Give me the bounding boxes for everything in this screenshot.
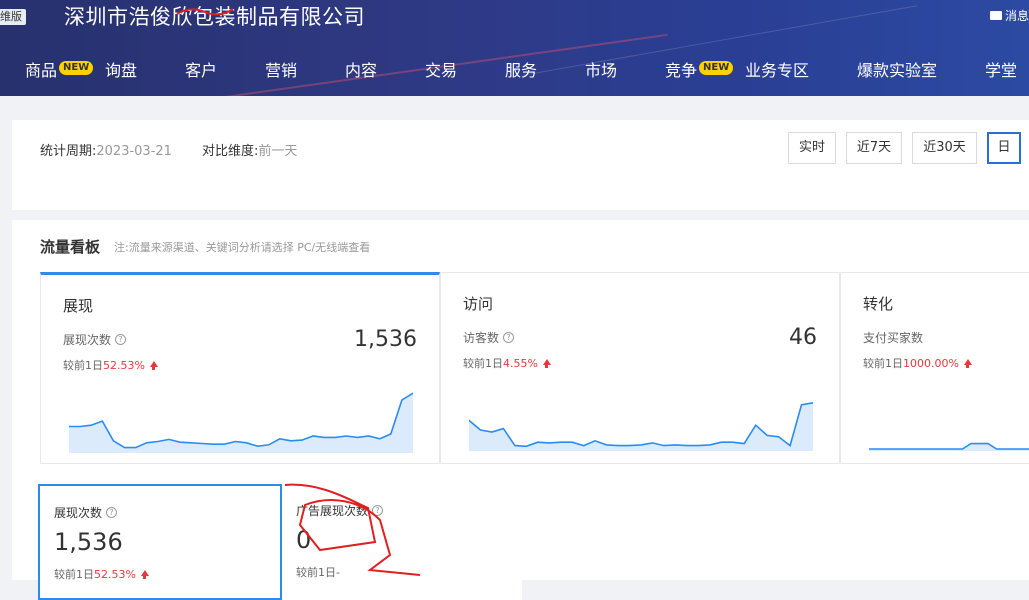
compare-value: 52.53% [103, 358, 145, 372]
nav-item-products[interactable]: 商品 [25, 58, 57, 84]
nav-label: 学堂 [985, 61, 1018, 80]
card-value: 46 [789, 325, 817, 350]
nav-item-customers[interactable]: 客户 [185, 58, 217, 84]
red-scribble [176, 8, 234, 16]
compare-prefix: 较前1日 [296, 566, 336, 579]
compare-dimension: 对比维度:前一天 [202, 140, 297, 159]
sparkline-area [869, 443, 1029, 451]
nav-label: 交易 [425, 61, 458, 80]
metric-label: 展现次数 [63, 333, 112, 347]
compare-value[interactable]: 前一天 [258, 144, 297, 159]
range-30days-button[interactable]: 近30天 [912, 132, 977, 164]
nav-label: 服务 [505, 61, 538, 80]
stat-card-visits[interactable]: 访问 访客数? 46 较前1日 4.55% [440, 272, 840, 464]
compare-label: 对比维度: [202, 144, 259, 159]
nav-item-content[interactable]: 内容 [345, 58, 377, 84]
metric-box-label: 展现次数? [54, 504, 118, 521]
metric-name: 广告展现次数 [296, 504, 369, 518]
card-metric: 支付买家数 [863, 329, 923, 346]
card-metric: 访客数? [463, 329, 515, 346]
compare-value: 4.55% [503, 356, 538, 370]
up-arrow-icon [542, 359, 551, 368]
card-compare: 较前1日 52.53% [63, 357, 158, 373]
top-header: 维版 深圳市浩俊欣包装制品有限公司 消息 商品 NEW 询盘 客户 营销 内容 … [0, 0, 1029, 96]
compare-prefix: 较前1日 [863, 357, 903, 370]
nav-item-business-zone[interactable]: 业务专区 [745, 58, 809, 84]
nav-label: 营销 [265, 61, 298, 80]
help-icon[interactable]: ? [372, 505, 384, 516]
stat-card-conversion[interactable]: 转化 支付买家数 较前1日 1000.00% [840, 272, 1029, 464]
sparkline-area [69, 393, 413, 453]
metric-box-ad-impressions[interactable]: 广告展现次数? 0 较前1日 - [282, 484, 522, 600]
metric-label: 支付买家数 [863, 331, 924, 345]
up-arrow-icon [140, 570, 149, 579]
help-icon[interactable]: ? [503, 332, 515, 343]
stat-card-impressions[interactable]: 展现 展现次数? 1,536 较前1日 52.53% [40, 272, 440, 464]
board-title: 流量看板 [40, 238, 101, 256]
messages-label: 消息 [1004, 9, 1029, 23]
mail-icon [989, 11, 1002, 20]
period-filter-card: 统计周期:2023-03-21 对比维度:前一天 实时 近7天 近30天 日 [12, 120, 1029, 210]
stat-period-value: 2023-03-21 [96, 144, 172, 159]
stat-period-label: 统计周期: [40, 144, 97, 159]
nav-label: 竞争 [665, 61, 698, 80]
stat-period: 统计周期:2023-03-21 [40, 140, 172, 159]
nav-item-competition[interactable]: 竞争 [665, 58, 697, 84]
nav-item-inquiry[interactable]: 询盘 [105, 58, 137, 84]
nav-label: 客户 [185, 61, 218, 80]
compare-prefix: 较前1日 [463, 357, 503, 370]
metric-box-compare: 较前1日 - [296, 564, 340, 580]
up-arrow-icon [149, 361, 158, 370]
metric-box-label: 广告展现次数? [296, 502, 384, 519]
version-tag[interactable]: 维版 [0, 9, 26, 25]
range-day-button[interactable]: 日 [987, 132, 1021, 164]
sparkline-visits [469, 402, 813, 451]
range-7days-button[interactable]: 近7天 [846, 132, 902, 164]
new-badge: NEW [59, 61, 94, 75]
metric-box-value: 1,536 [54, 528, 123, 556]
metric-name: 展现次数 [54, 506, 103, 520]
compare-value: - [336, 565, 340, 579]
nav-item-service[interactable]: 服务 [505, 58, 537, 84]
compare-value: 52.53% [94, 567, 136, 581]
card-title: 转化 [863, 295, 894, 313]
nav-label: 爆款实验室 [857, 61, 938, 80]
card-value: 1,536 [354, 327, 417, 352]
range-realtime-button[interactable]: 实时 [788, 132, 836, 164]
up-arrow-icon [963, 359, 972, 368]
nav-item-market[interactable]: 市场 [585, 58, 617, 84]
nav-label: 业务专区 [745, 61, 810, 80]
card-title: 展现 [63, 297, 94, 315]
nav-label: 内容 [345, 61, 378, 80]
help-icon[interactable]: ? [115, 334, 127, 345]
metric-box-value: 0 [296, 526, 312, 554]
messages-link[interactable]: 消息 [989, 7, 1029, 24]
board-note: 注:流量来源渠道、关键词分析请选择 PC/无线端查看 [114, 241, 371, 254]
nav-item-academy[interactable]: 学堂 [985, 58, 1017, 84]
sparkline-impressions [69, 392, 413, 453]
nav-item-hot-lab[interactable]: 爆款实验室 [857, 58, 937, 84]
help-icon[interactable]: ? [106, 507, 118, 518]
new-badge: NEW [699, 61, 734, 75]
card-compare: 较前1日 1000.00% [863, 355, 972, 371]
nav-item-trade[interactable]: 交易 [425, 58, 457, 84]
traffic-board: 流量看板 注:流量来源渠道、关键词分析请选择 PC/无线端查看 展现 展现次数?… [12, 220, 1029, 600]
compare-prefix: 较前1日 [63, 359, 103, 372]
metric-box-impressions[interactable]: 展现次数? 1,536 较前1日 52.53% [38, 484, 282, 600]
card-metric: 展现次数? [63, 331, 127, 348]
nav-label: 商品 [25, 61, 58, 80]
sparkline-conversion [869, 442, 1029, 451]
metric-label: 访客数 [463, 331, 500, 345]
nav-item-marketing[interactable]: 营销 [265, 58, 297, 84]
nav-label: 询盘 [105, 61, 138, 80]
card-compare: 较前1日 4.55% [463, 355, 551, 371]
sparkline-line [869, 442, 1029, 450]
card-title: 访问 [463, 295, 494, 313]
sparkline-area [469, 402, 813, 451]
compare-value: 1000.00% [903, 356, 959, 370]
nav-label: 市场 [585, 61, 618, 80]
